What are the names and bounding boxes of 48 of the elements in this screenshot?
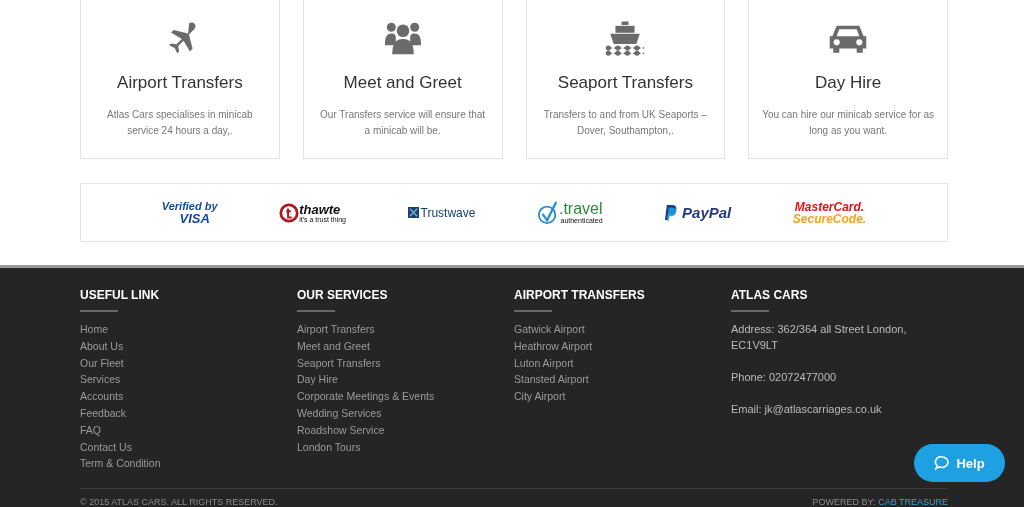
service-description: Our Transfers service will ensure that a minicab will be.	[319, 108, 487, 138]
mastercard-securecode-logo: MasterCard. SecureCode.	[792, 200, 867, 225]
footer-link[interactable]: Gatwick Airport	[514, 321, 585, 338]
footer-link[interactable]: Our Fleet	[80, 354, 124, 372]
footer-link[interactable]: FAQ	[80, 421, 101, 439]
service-description: Atlas Cars specialises in minicab service 24 hours a day,.	[106, 108, 254, 138]
copyright-text: © 2015 ATLAS CARS. ALL RIGHTS RESERVED.	[80, 497, 278, 507]
footer-link[interactable]: London Tours	[297, 438, 361, 456]
footer-link[interactable]: Seaport Transfers	[297, 354, 381, 372]
footer-link[interactable]: Home	[80, 321, 108, 338]
footer-link[interactable]: Roadshow Service	[297, 421, 385, 439]
service-title: Airport Transfers	[117, 73, 243, 93]
footer-link[interactable]: Contact Us	[80, 438, 132, 456]
powered-by-link[interactable]: CAB TREASURE	[878, 497, 948, 507]
footer-link[interactable]: Services	[80, 371, 121, 389]
service-description: Transfers to and from UK Seaports – Dover, Southampton,.	[542, 108, 708, 138]
footer-link[interactable]: Accounts	[80, 388, 124, 405]
footer-link[interactable]: Stansted Airport	[514, 371, 589, 389]
service-title: Seaport Transfers	[557, 73, 693, 93]
contact-text: Address: 362/364 all Street London, EC1V9LT	[731, 322, 908, 353]
footer-link[interactable]: Term & Condition	[80, 455, 161, 473]
footer-link[interactable]: Heathrow Airport	[514, 337, 593, 355]
help-button[interactable]: Help	[914, 444, 1005, 482]
footer-link[interactable]: Luton Airport	[514, 354, 574, 372]
powered-by-label: POWERED BY:	[812, 497, 876, 507]
service-title: Meet and Greet	[343, 73, 462, 93]
footer-link[interactable]: City Airport	[514, 388, 566, 405]
footer-heading: AIRPORT TRANSFERS	[514, 288, 645, 302]
service-description: You can hire our minicab service for as long as you want.	[762, 108, 935, 138]
contact-text: Phone: 02072477000	[731, 370, 838, 385]
footer-link[interactable]: Airport Transfers	[297, 321, 375, 338]
footer-heading: USEFUL LINK	[80, 288, 160, 302]
service-title: Day Hire	[815, 73, 882, 93]
contact-text: Email: jk@atlascarriages.co.uk	[731, 402, 883, 417]
paypal-logo: PayPal	[664, 204, 732, 221]
footer-link[interactable]: Feedback	[80, 405, 127, 422]
ship-icon	[605, 20, 646, 56]
footer-link[interactable]: Meet and Greet	[297, 337, 370, 355]
footer-heading: ATLAS CARS	[731, 288, 808, 302]
chat-bubble-icon	[934, 455, 951, 471]
trustwave-logo: Trustwave	[407, 205, 476, 220]
verified-by-visa-logo: Verified by VISA	[161, 200, 218, 225]
footer-heading: OUR SERVICES	[297, 288, 388, 302]
footer-link[interactable]: Day Hire	[297, 371, 338, 389]
footer-link[interactable]: Wedding Services	[297, 405, 382, 422]
people-icon	[382, 20, 423, 56]
footer-link[interactable]: Corporate Meetings & Events	[297, 388, 435, 405]
footer-link[interactable]: About Us	[80, 337, 124, 355]
